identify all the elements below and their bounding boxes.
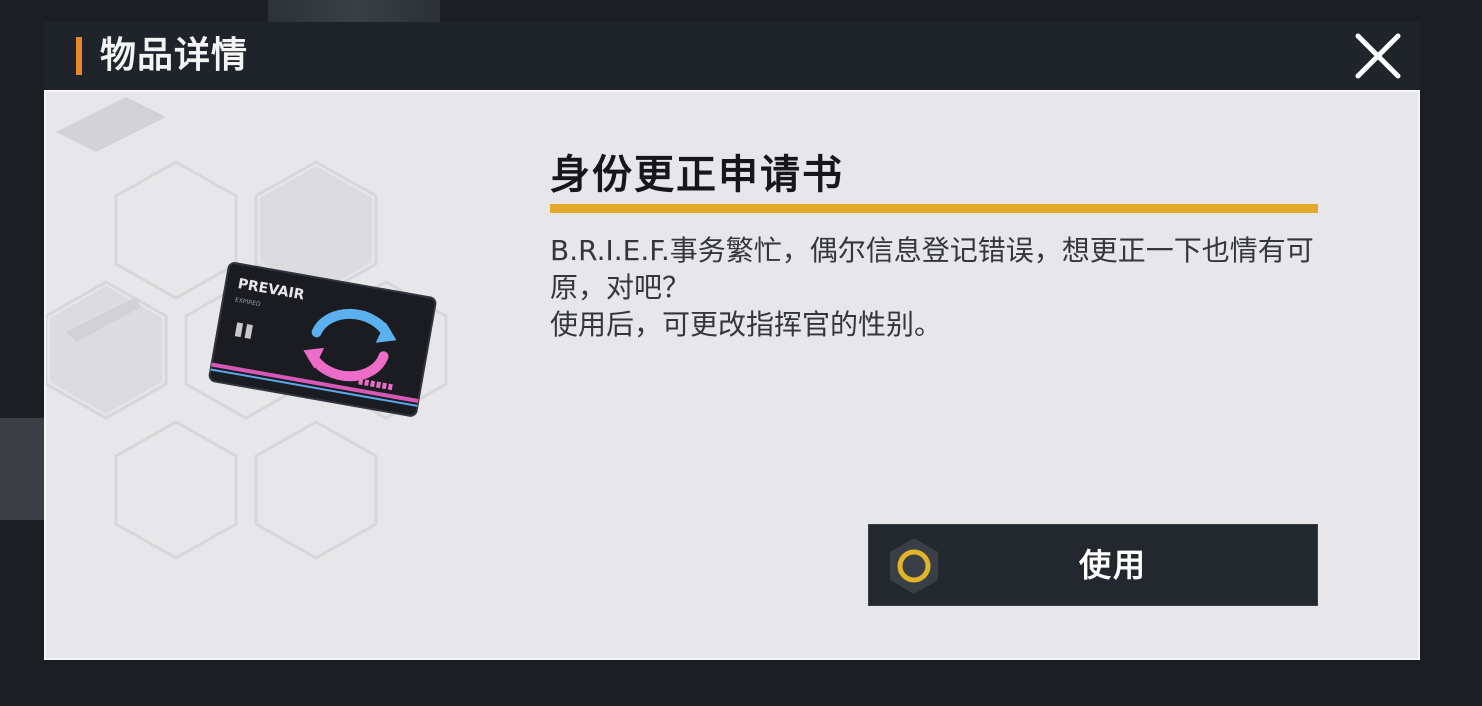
background-side-tab	[0, 418, 44, 520]
dialog-header: 物品详情	[44, 22, 1420, 90]
item-description: B.R.I.E.F.事务繁忙，偶尔信息登记错误，想更正一下也情有可原，对吧？ 使…	[550, 232, 1320, 343]
item-name: 身份更正申请书	[550, 152, 844, 198]
close-icon	[1355, 33, 1401, 79]
background-thumbnail	[268, 0, 440, 22]
header-accent-bar	[76, 37, 82, 75]
dialog-title: 物品详情	[100, 35, 249, 76]
description-line: B.R.I.E.F.事务繁忙，偶尔信息登记错误，想更正一下也情有可原，对吧？	[550, 234, 1314, 304]
close-button[interactable]	[1350, 28, 1406, 84]
use-button[interactable]: 使用	[868, 524, 1318, 606]
item-name-underline	[550, 204, 1318, 213]
dialog-body: PREVAIR EXPIRED 身份更正申请书 B.R.I.E.F.事务繁忙，偶…	[44, 90, 1420, 660]
description-line: 使用后，可更改指挥官的性别。	[550, 308, 943, 341]
use-button-label: 使用	[1078, 546, 1147, 584]
identity-card-item-image: PREVAIR EXPIRED	[208, 262, 437, 417]
item-details-dialog: 物品详情 PREVAIR EXPIRED 身份更正申请书 B.R.I.E.F.事…	[44, 22, 1420, 660]
